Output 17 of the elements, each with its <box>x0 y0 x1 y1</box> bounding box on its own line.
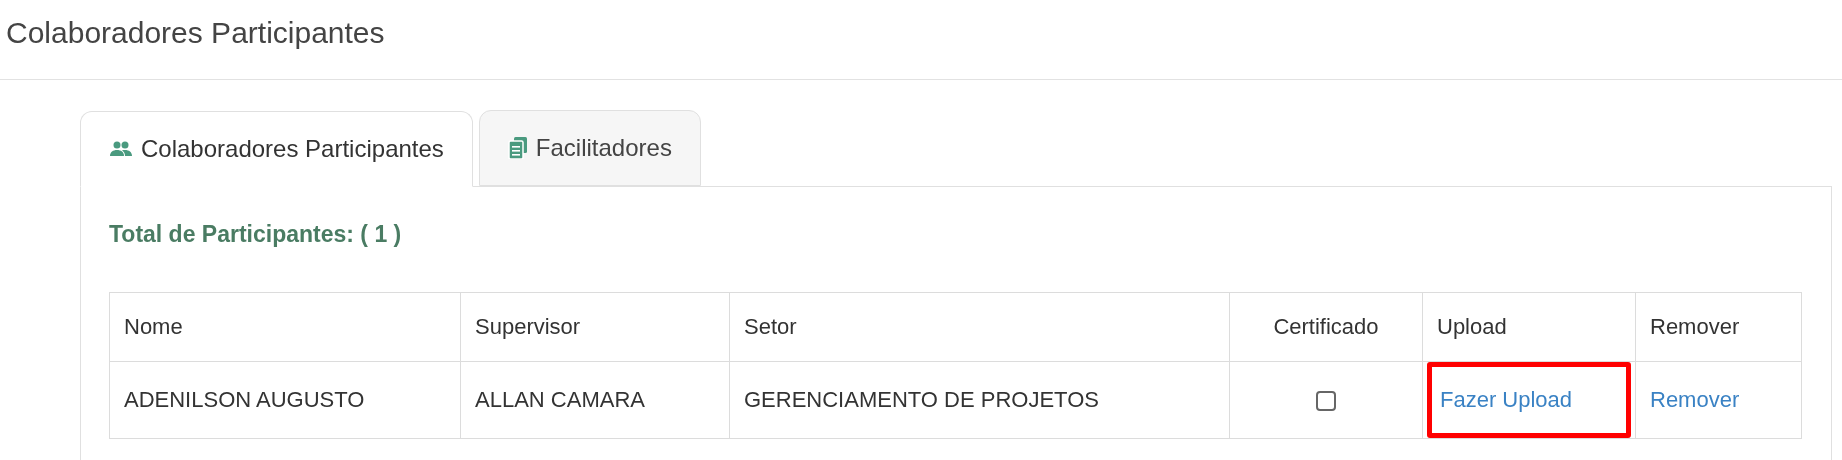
people-icon <box>109 141 133 157</box>
column-header: Supervisor <box>460 292 730 361</box>
table-cell: GERENCIAMENTO DE PROJETOS <box>729 361 1230 438</box>
total-participants-label: Total de Participantes: ( 1 ) <box>109 220 403 249</box>
tab[interactable]: Facilitadores <box>478 110 701 186</box>
column-header: Upload <box>1422 292 1636 361</box>
page-title: Colaboradores Participantes <box>6 15 385 51</box>
column-header: Remover <box>1635 292 1802 361</box>
column-header: Certificado <box>1229 292 1423 361</box>
column-header: Setor <box>729 292 1230 361</box>
tab[interactable]: Colaboradores Participantes <box>80 111 473 187</box>
documents-icon <box>507 137 528 159</box>
table-cell: ADENILSON AUGUSTO <box>109 361 461 438</box>
certificate-checkbox[interactable] <box>1316 391 1336 412</box>
table-cell: ALLAN CAMARA <box>460 361 730 438</box>
remove-link[interactable]: Remover <box>1650 387 1740 412</box>
column-header: Nome <box>109 292 461 361</box>
